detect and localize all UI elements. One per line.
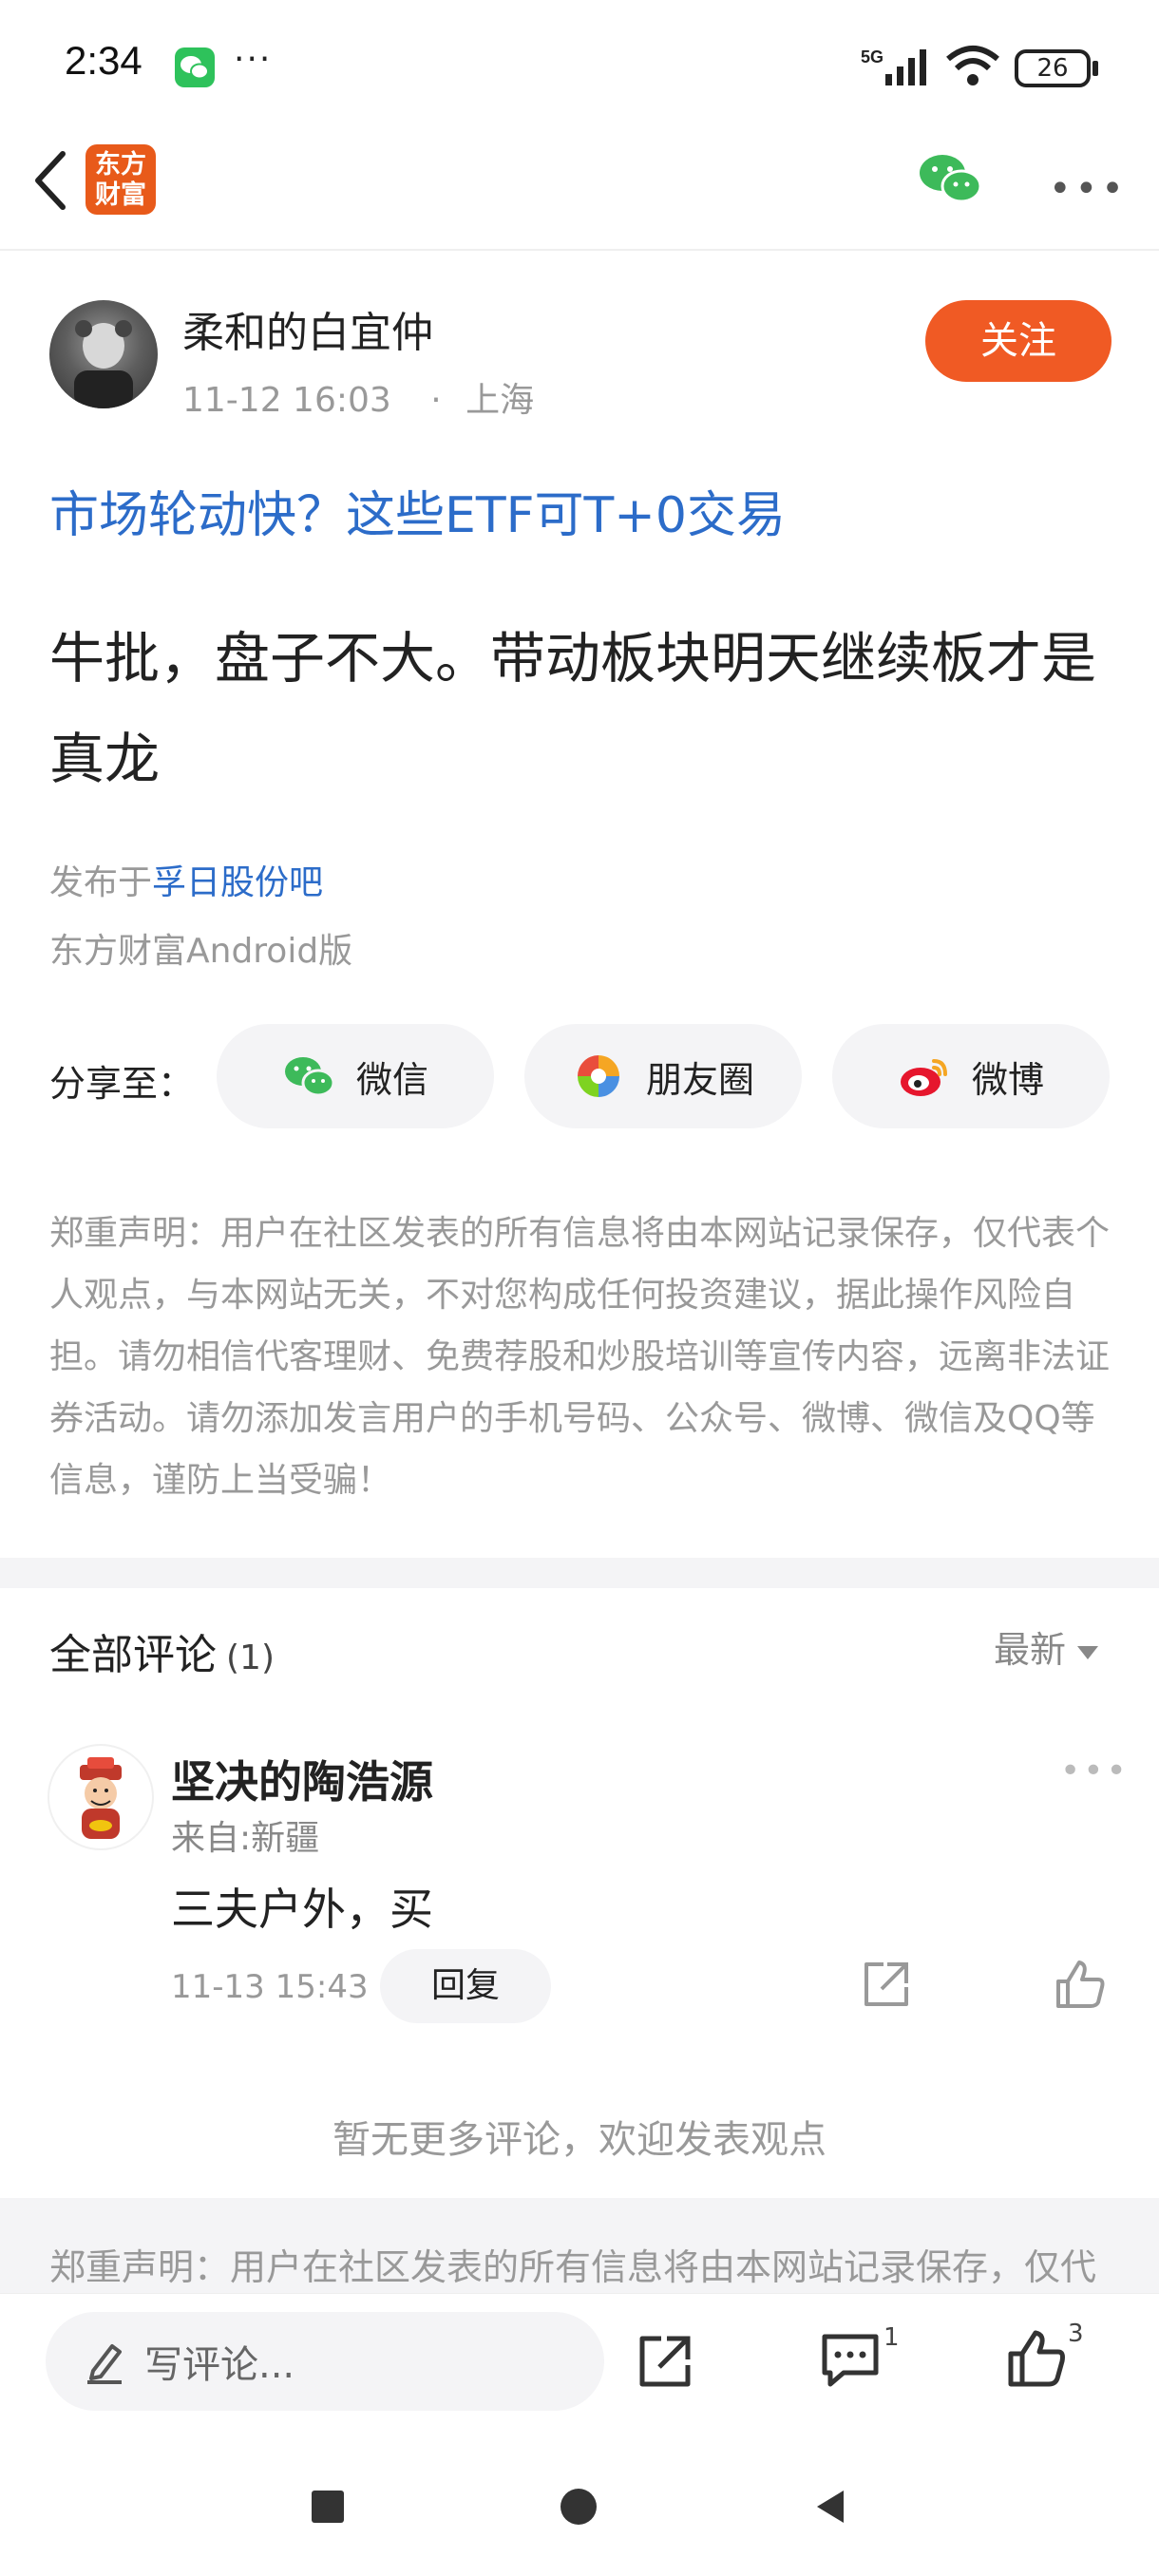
system-back-button[interactable]	[811, 2487, 849, 2527]
like-icon	[1008, 2330, 1065, 2387]
more-button[interactable]: •••	[1049, 167, 1128, 211]
weibo-icon	[900, 1059, 947, 1096]
sort-label: 最新	[994, 1629, 1067, 1671]
comment-text: 三夫户外，买	[171, 1884, 433, 1935]
status-overflow-dots: ···	[234, 40, 273, 79]
wechat-icon	[284, 1057, 335, 1097]
client-info: 东方财富Android版	[49, 932, 353, 971]
battery-indicator: 26	[1015, 49, 1091, 87]
caret-down-icon	[1077, 1645, 1099, 1659]
forum-link[interactable]: 孚日股份吧	[152, 863, 323, 902]
disclaimer-text: 郑重声明：用户在社区发表的所有信息将由本网站记录保存，仅代表个人观点，与本网站无…	[49, 1214, 1111, 1500]
publish-info: 发布于孚日股份吧	[49, 855, 323, 904]
follow-button[interactable]: 关注	[925, 300, 1112, 382]
section-divider	[0, 1558, 1159, 1588]
like-count-badge: 3	[1068, 2320, 1084, 2348]
comments-header: 全部评论 (1)	[49, 1620, 275, 1681]
commenter-location: 来自:新疆	[171, 1819, 320, 1858]
no-more-comments: 暂无更多评论，欢迎发表观点	[332, 2118, 826, 2162]
sort-dropdown[interactable]: 最新	[994, 1620, 1099, 1673]
pen-icon	[87, 2344, 122, 2384]
share-icon	[639, 2336, 691, 2387]
comment-input-placeholder: 写评论...	[144, 2343, 295, 2387]
more-icon: •••	[1060, 1752, 1130, 1790]
comments-count: (1)	[226, 1638, 275, 1677]
share-moments-button[interactable]: 朋友圈	[524, 1024, 802, 1128]
share-label: 分享至：	[49, 1063, 195, 1105]
triangle-back-icon	[817, 2491, 844, 2523]
wechat-icon	[920, 155, 982, 203]
comments-title: 全部评论	[49, 1631, 217, 1679]
footer-disclaimer: 郑重声明：用户在社区发表的所有信息将由本网站记录保存，仅代	[49, 2246, 1097, 2288]
comment-icon	[822, 2334, 879, 2387]
post-body: 牛批，盘子不大。带动板块明天继续板才是真龙	[49, 626, 1097, 791]
share-wechat-label: 微信	[355, 1058, 428, 1101]
share-weibo-button[interactable]: 微博	[832, 1024, 1110, 1128]
battery-tip	[1092, 61, 1098, 76]
back-button[interactable]	[25, 142, 82, 218]
status-time: 2:34	[65, 38, 142, 83]
home-button[interactable]	[560, 2489, 597, 2525]
recent-apps-button[interactable]	[312, 2491, 344, 2523]
like-icon	[1056, 1960, 1105, 2008]
signal-icon: 5G	[861, 46, 937, 87]
meta-separator: ·	[430, 381, 442, 420]
share-wechat-button[interactable]: 微信	[217, 1024, 494, 1128]
post-location: 上海	[466, 381, 535, 420]
post-title-link[interactable]: 市场轮动快？这些ETF可T+0交易	[49, 475, 786, 546]
like-button[interactable]: 3	[1005, 2320, 1091, 2396]
comment-button[interactable]: 1	[819, 2323, 904, 2396]
commenter-name[interactable]: 坚决的陶浩源	[171, 1748, 433, 1810]
moments-icon	[577, 1055, 619, 1097]
commenter-avatar[interactable]	[48, 1744, 154, 1850]
wifi-icon	[944, 42, 1001, 89]
nav-divider	[0, 249, 1159, 251]
comment-time: 11-13 15:43	[171, 1968, 369, 2006]
comment-share-button[interactable]	[859, 1957, 914, 2012]
comment-like-button[interactable]	[1053, 1957, 1108, 2012]
network-type-label: 5G	[861, 47, 884, 66]
reply-button[interactable]: 回复	[380, 1949, 551, 2023]
wechat-notification-icon	[175, 47, 215, 87]
author-avatar[interactable]	[49, 300, 158, 408]
author-name[interactable]: 柔和的白宜仲	[182, 298, 433, 359]
publish-prefix: 发布于	[49, 863, 153, 902]
share-weibo-label: 微博	[971, 1058, 1044, 1101]
more-icon: •••	[1049, 167, 1128, 211]
share-moments-label: 朋友圈	[645, 1058, 754, 1101]
share-button[interactable]	[635, 2331, 695, 2392]
wechat-share-button[interactable]	[916, 150, 984, 207]
comment-count-badge: 1	[884, 2323, 900, 2352]
comment-input[interactable]: 写评论...	[46, 2312, 604, 2411]
post-meta: 11-12 16:03 · 上海	[182, 372, 534, 422]
post-time: 11-12 16:03	[182, 381, 391, 420]
share-icon	[864, 1962, 908, 2006]
app-logo[interactable]: 东方财富	[86, 144, 156, 215]
back-icon	[35, 151, 66, 210]
comment-more-button[interactable]: •••	[1060, 1752, 1130, 1790]
